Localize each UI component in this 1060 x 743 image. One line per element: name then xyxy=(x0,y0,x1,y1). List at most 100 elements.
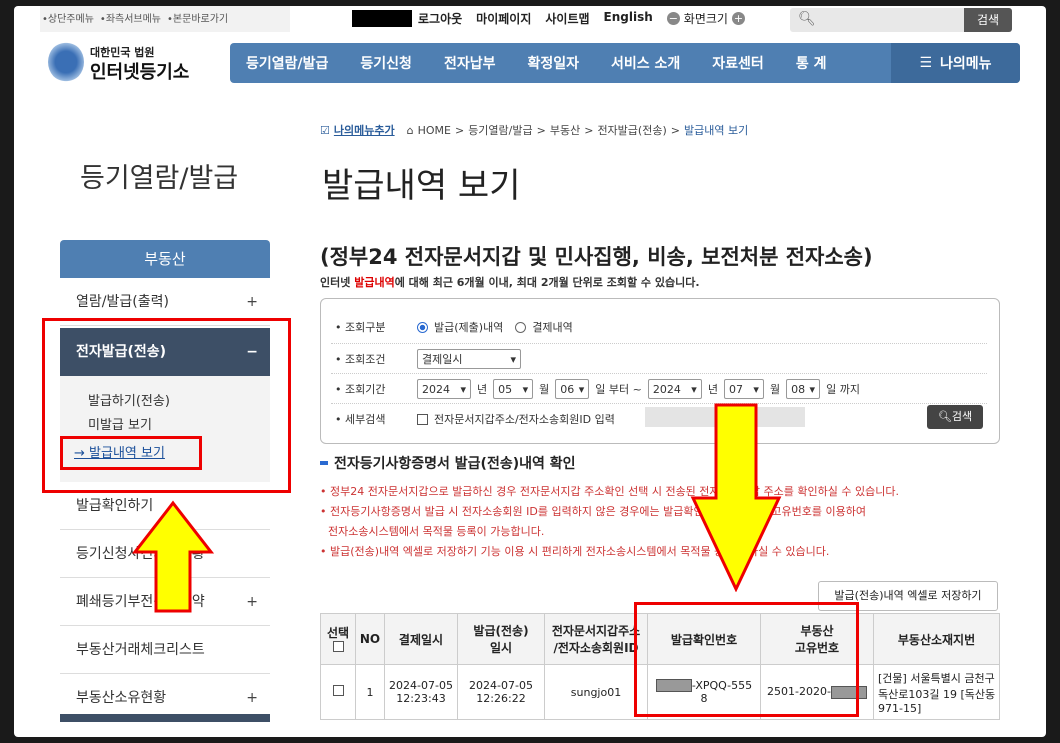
mypage-link[interactable]: 마이페이지 xyxy=(476,10,531,27)
utility-menu: 로그아웃 마이페이지 사이트맵 English − 화면크기 + xyxy=(418,10,745,27)
sidebar-item-label: 부동산거래체크리스트 xyxy=(76,642,205,658)
sidebar-title: 등기열람/발급 xyxy=(80,163,239,194)
end-year-select[interactable]: 2024 ▾ xyxy=(647,379,702,399)
cell-id: sungjo01 xyxy=(544,664,648,720)
label-query-condition: • 조회조건 xyxy=(335,353,386,366)
page-description: 인터넷 발급내역에 대해 최근 6개월 이내, 최대 2개월 단위로 조회할 수… xyxy=(320,276,700,289)
logout-link[interactable]: 로그아웃 xyxy=(418,10,462,27)
start-year-select[interactable]: 2024 ▾ xyxy=(417,379,471,399)
nav-item-e-payment[interactable]: 전자납부 xyxy=(428,53,512,73)
chevron-down-icon: ▾ xyxy=(691,382,697,396)
nav-item-registry-view[interactable]: 등기열람/발급 xyxy=(230,53,344,73)
col-no: NO xyxy=(355,613,385,665)
search-icon: 🔍︎ xyxy=(798,11,816,27)
home-icon: ⌂ xyxy=(406,123,414,137)
cell-pay-date: 2024-07-05 12:23:43 xyxy=(384,664,458,720)
radio-issue-history[interactable] xyxy=(417,321,428,333)
form-search-button[interactable]: 🔍︎검색 xyxy=(927,405,983,429)
court-emblem-icon xyxy=(48,42,84,82)
chevron-down-icon: ▾ xyxy=(460,382,466,396)
note-item: • 전자등기사항증명서 발급 시 전자소송회원 ID를 입력하지 않은 경우에는… xyxy=(320,505,866,518)
row-detail-search: • 세부검색 전자문서지갑주소/전자소송회원ID 입력 xyxy=(335,411,615,427)
english-link[interactable]: English xyxy=(604,10,653,27)
nav-item-data-center[interactable]: 자료센터 xyxy=(696,53,780,73)
skip-link-side-menu[interactable]: •좌측서브메뉴 xyxy=(100,10,161,25)
site-search: 🔍︎ 검색 xyxy=(790,8,1012,32)
select-all-checkbox[interactable] xyxy=(332,640,344,652)
start-day-select[interactable]: 06 ▾ xyxy=(555,379,590,399)
breadcrumb-home[interactable]: HOME xyxy=(418,124,451,137)
label-detail-search: • 세부검색 xyxy=(335,413,386,426)
page-subtitle: (정부24 전자문서지갑 및 민사집행, 비송, 보전처분 전자소송) xyxy=(320,245,873,269)
site-logo[interactable]: 대한민국 법원 인터넷등기소 xyxy=(44,36,214,90)
my-menu-label: 나의메뉴 xyxy=(940,56,992,72)
end-month-select[interactable]: 07 ▾ xyxy=(723,379,764,399)
detail-checkbox-label: 전자문서지갑주소/전자소송회원ID 입력 xyxy=(434,413,615,426)
start-month-select[interactable]: 05 ▾ xyxy=(493,379,534,399)
sidebar-item-label: 부동산소유현황 xyxy=(76,690,167,706)
breadcrumb-current: 발급내역 보기 xyxy=(683,124,749,137)
condition-select[interactable]: 결제일시 ▾ xyxy=(417,349,521,369)
chevron-down-icon: ▾ xyxy=(510,352,516,366)
chevron-down-icon: ▾ xyxy=(753,382,759,396)
plus-icon: + xyxy=(246,690,258,706)
row-query-type: • 조회구분 발급(제출)내역 결제내역 xyxy=(335,319,573,335)
logo-name: 인터넷등기소 xyxy=(90,62,190,83)
col-address: 부동산소재지번 xyxy=(873,613,1000,665)
section-bullet xyxy=(320,461,328,465)
col-select: 선택 xyxy=(320,613,356,665)
search-form: • 조회구분 발급(제출)내역 결제내역 • 조회조건 결제일시 ▾ • 조회기간… xyxy=(320,298,1000,444)
check-icon: ☑ xyxy=(320,123,330,137)
chevron-down-icon: ▾ xyxy=(809,382,816,396)
nav-item-statistics[interactable]: 통 계 xyxy=(780,53,843,73)
page-frame: •상단주메뉴 •좌측서브메뉴 •본문바로가기 로그아웃 마이페이지 사이트맵 E… xyxy=(14,6,1046,737)
note-item: • 발급(전송)내역 엑셀로 저장하기 기능 이용 시 편리하게 전자소송시스템… xyxy=(320,545,830,558)
redacted-username xyxy=(352,10,412,27)
nav-item-service[interactable]: 서비스 소개 xyxy=(595,53,696,73)
detail-checkbox[interactable] xyxy=(417,413,428,425)
chevron-down-icon: ▾ xyxy=(578,382,585,396)
cell-no: 1 xyxy=(355,664,385,720)
cell-address: [건물] 서울특별시 금천구 독산로103길 19 [독산동 971-15] xyxy=(873,664,1000,720)
sidebar-head[interactable]: 부동산 xyxy=(60,240,270,278)
chevron-down-icon: ▾ xyxy=(522,382,529,396)
down-arrow-icon xyxy=(690,403,782,592)
section-title: 전자등기사항증명서 발급(전송)내역 확인 xyxy=(320,453,576,473)
add-my-menu-link[interactable]: 나의메뉴추가 xyxy=(334,122,395,138)
search-button[interactable]: 검색 xyxy=(964,8,1012,32)
page-title: 발급내역 보기 xyxy=(322,166,521,206)
cell-issue-date: 2024-07-05 12:26:22 xyxy=(457,664,545,720)
section-notes: • 정부24 전자문서지갑으로 발급하신 경우 전자문서지갑 주소확인 선택 시… xyxy=(320,482,899,562)
up-arrow-icon xyxy=(132,500,214,613)
breadcrumb-item[interactable]: 전자발급(전송) xyxy=(597,122,666,138)
note-item: • 정부24 전자문서지갑으로 발급하신 경우 전자문서지갑 주소확인 선택 시… xyxy=(320,485,899,498)
nav-item-fixed-date[interactable]: 확정일자 xyxy=(511,53,595,73)
my-menu-button[interactable]: ☰ 나의메뉴 xyxy=(891,43,1020,83)
sidebar-item-ownership[interactable]: 부동산소유현황 + xyxy=(60,674,270,722)
zoom-label: 화면크기 xyxy=(683,12,728,26)
col-pay-date: 결제일시 xyxy=(384,613,458,665)
nav-item-registry-apply[interactable]: 등기신청 xyxy=(344,53,428,73)
row-query-period: • 조회기간 2024 ▾ 년 05 ▾ 월 06 ▾ 일 부터 ~ 2024 ▾ 년 07 ▾ 월… xyxy=(335,379,860,399)
breadcrumb: ☑ 나의메뉴추가 ⌂ HOME > 등기열람/발급 > 부동산 > 전자발급(전… xyxy=(320,122,749,138)
col-wallet-id: 전자문서지갑주소 /전자소송회원ID xyxy=(544,613,648,665)
radio-payment-history-label: 결제내역 xyxy=(532,321,573,334)
end-day-select[interactable]: 08 ▾ xyxy=(786,379,821,399)
zoom-in-icon[interactable]: + xyxy=(731,12,745,25)
sidebar-item-checklist[interactable]: 부동산거래체크리스트 xyxy=(60,626,270,674)
breadcrumb-item[interactable]: 부동산 xyxy=(550,122,580,138)
zoom-out-icon[interactable]: − xyxy=(666,12,680,25)
note-item: 전자소송시스템에서 목적물 등록이 가능합니다. xyxy=(328,525,545,538)
breadcrumb-item[interactable]: 등기열람/발급 xyxy=(468,122,532,138)
skip-link-main-menu[interactable]: •상단주메뉴 xyxy=(42,10,94,25)
radio-payment-history[interactable] xyxy=(515,321,527,333)
sitemap-link[interactable]: 사이트맵 xyxy=(545,10,589,27)
sidebar-item-label: 열람/발급(출력) xyxy=(76,294,169,310)
skip-link-content[interactable]: •본문바로가기 xyxy=(167,10,228,25)
highlight-box-numbers xyxy=(634,602,859,717)
zoom-control: − 화면크기 + xyxy=(666,10,745,27)
hamburger-icon: ☰ xyxy=(919,55,933,71)
row-checkbox[interactable] xyxy=(332,685,344,696)
col-issue-date: 발급(전송) 일시 xyxy=(457,613,545,665)
radio-issue-history-label: 발급(제출)내역 xyxy=(434,321,504,334)
